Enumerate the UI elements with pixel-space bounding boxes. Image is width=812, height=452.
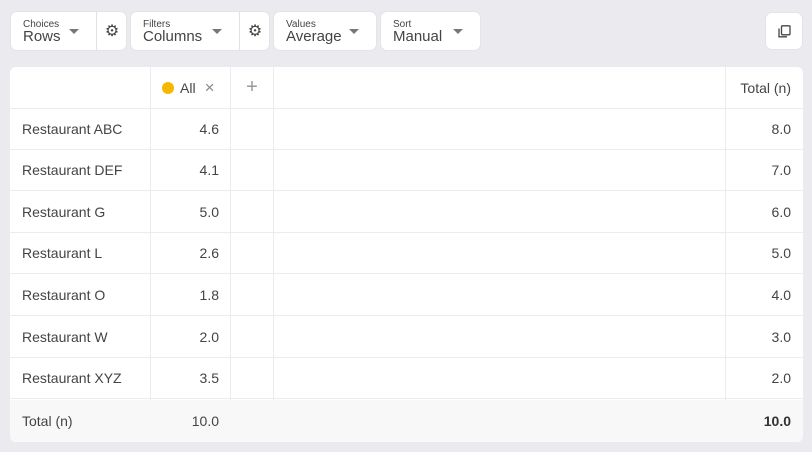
filters-value: Columns [143, 28, 203, 45]
gear-icon[interactable]: ⚙ [239, 12, 270, 50]
values-value: Average [286, 28, 342, 45]
row-label: Restaurant ABC [22, 121, 123, 137]
row-total: 4.0 [771, 287, 791, 303]
row-label: Restaurant W [22, 329, 108, 345]
row-total: 8.0 [771, 121, 791, 137]
gear-icon[interactable]: ⚙ [96, 12, 127, 50]
row-label: Restaurant O [22, 287, 106, 303]
filters-dropdown[interactable]: Filters Columns ⚙ [131, 12, 269, 50]
row-total: 7.0 [771, 162, 791, 178]
choices-dropdown[interactable]: Choices Rows ⚙ [11, 12, 126, 50]
chevron-down-icon [69, 29, 79, 34]
copy-button[interactable] [766, 13, 802, 49]
row-value: 4.1 [199, 162, 219, 178]
chevron-down-icon [453, 29, 463, 34]
close-icon[interactable]: × [205, 78, 215, 98]
row-value: 1.8 [199, 287, 219, 303]
chevron-down-icon [212, 29, 222, 34]
total-value: 10.0 [191, 413, 219, 429]
row-label: Restaurant XYZ [22, 370, 122, 386]
row-value: 3.5 [199, 370, 219, 386]
copy-icon [777, 24, 791, 37]
row-label: Restaurant DEF [22, 162, 123, 178]
segment-label: All [180, 79, 196, 96]
row-total: 3.0 [771, 329, 791, 345]
table-header-row: All × + Total (n) [10, 67, 803, 109]
row-label: Restaurant G [22, 204, 106, 220]
row-total: 6.0 [771, 204, 791, 220]
row-value: 4.6 [199, 121, 219, 137]
chevron-down-icon [349, 29, 359, 34]
row-value: 5.0 [199, 204, 219, 220]
choices-value: Rows [23, 28, 61, 45]
sort-dropdown[interactable]: Sort Manual [381, 12, 480, 50]
table-row: Restaurant L 2.6 5.0 [10, 233, 803, 274]
table-row: Restaurant G 5.0 6.0 [10, 192, 803, 233]
table-row: Restaurant XYZ 3.5 2.0 [10, 358, 803, 399]
row-label: Restaurant L [22, 245, 103, 261]
row-value: 2.6 [199, 245, 219, 261]
grand-total: 10.0 [763, 413, 791, 429]
total-header: Total (n) [740, 79, 791, 96]
table-row: Restaurant O 1.8 4.0 [10, 275, 803, 316]
row-total: 5.0 [771, 245, 791, 261]
segment-header[interactable]: All × [162, 67, 230, 108]
crosstab-table: All × + Total (n) Restaurant ABC 4.6 8.0… [10, 67, 803, 442]
table-row: Restaurant ABC 4.6 8.0 [10, 109, 803, 150]
values-dropdown[interactable]: Values Average [274, 12, 376, 50]
add-column-button[interactable]: + [231, 67, 273, 108]
table-row: Restaurant DEF 4.1 7.0 [10, 150, 803, 191]
row-value: 2.0 [199, 329, 219, 345]
total-label: Total (n) [22, 413, 73, 429]
table-row: Restaurant W 2.0 3.0 [10, 317, 803, 358]
row-total: 2.0 [771, 370, 791, 386]
segment-dot [162, 81, 174, 94]
table-total-row: Total (n) 10.0 10.0 [10, 400, 803, 442]
sort-value: Manual [393, 28, 443, 45]
